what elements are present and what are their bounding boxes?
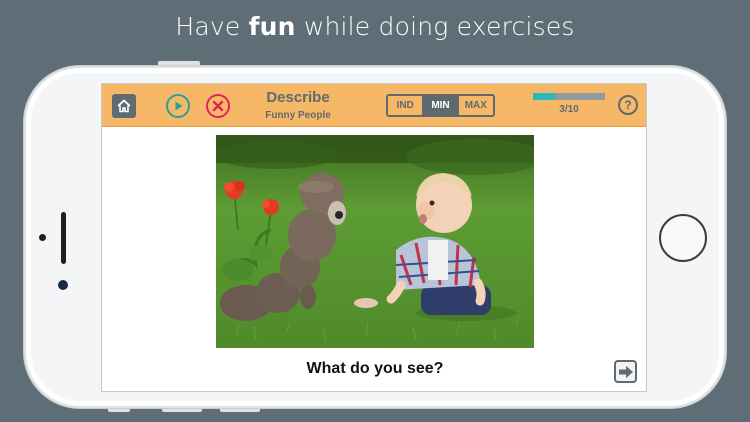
progress-label: 3/10 xyxy=(559,104,579,115)
level-option-min[interactable]: MIN xyxy=(422,96,458,115)
help-icon: ? xyxy=(624,98,632,112)
proximity-sensor xyxy=(39,234,46,241)
progress-bar xyxy=(533,93,605,100)
level-option-ind[interactable]: IND xyxy=(388,96,422,115)
level-option-max[interactable]: MAX xyxy=(457,96,493,115)
level-selector: IND MIN MAX xyxy=(386,94,495,117)
mute-switch xyxy=(108,408,130,412)
headline-prefix: Have xyxy=(175,12,249,41)
arrow-right-icon xyxy=(618,365,633,378)
next-button[interactable] xyxy=(614,360,637,383)
close-icon xyxy=(212,100,224,112)
headline: Have fun while doing exercises xyxy=(0,12,750,41)
toolbar: Describe Funny People IND MIN MAX 3/10 ? xyxy=(102,84,646,127)
progress-fill xyxy=(533,93,555,100)
front-camera xyxy=(58,280,68,290)
help-button[interactable]: ? xyxy=(618,95,638,115)
home-button[interactable] xyxy=(112,94,136,118)
app-screen: Describe Funny People IND MIN MAX 3/10 ? xyxy=(101,83,647,392)
photo-baby-caterpillar xyxy=(216,135,534,348)
question-prompt: What do you see? xyxy=(306,360,444,377)
home-icon xyxy=(117,99,131,113)
earpiece-speaker xyxy=(61,212,66,264)
volume-down-button xyxy=(220,408,260,412)
exercise-subtitle: Funny People xyxy=(265,110,331,121)
volume-up-button xyxy=(162,408,202,412)
play-button[interactable] xyxy=(166,94,190,118)
exercise-photo xyxy=(216,135,534,348)
device-home-button[interactable] xyxy=(659,214,707,262)
close-button[interactable] xyxy=(206,94,230,118)
headline-emphasis: fun xyxy=(248,12,296,41)
exercise-title: Describe xyxy=(266,89,330,106)
headline-suffix: while doing exercises xyxy=(295,12,575,41)
play-icon xyxy=(175,101,183,111)
